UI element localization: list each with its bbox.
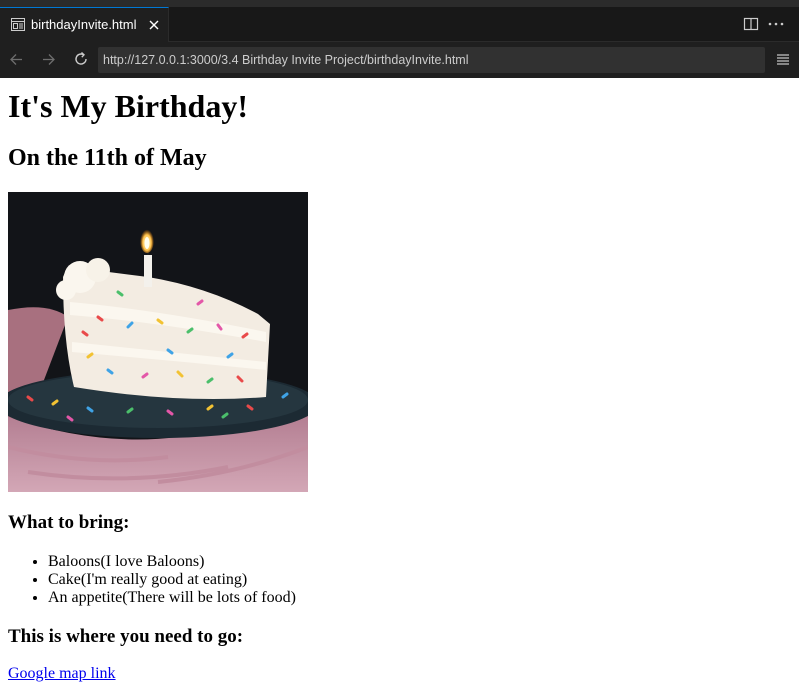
close-icon[interactable] xyxy=(146,17,162,33)
page-title: It's My Birthday! xyxy=(8,88,248,124)
hamburger-menu-icon[interactable] xyxy=(775,52,791,67)
preview-icon xyxy=(11,18,25,31)
tab-title: birthdayInvite.html xyxy=(31,17,137,32)
more-actions-icon[interactable] xyxy=(767,16,785,32)
location-heading: This is where you need to go: xyxy=(8,626,244,647)
split-editor-icon[interactable] xyxy=(743,16,759,32)
bring-list: Baloons(I love Baloons) Cake(I'm really … xyxy=(48,553,296,607)
google-map-link[interactable]: Google map link xyxy=(8,665,116,683)
tab-bar: birthdayInvite.html xyxy=(0,7,799,42)
list-item: Cake(I'm really good at eating) xyxy=(48,571,296,589)
forward-arrow-icon[interactable] xyxy=(40,51,57,68)
date-heading: On the 11th of May xyxy=(8,145,207,171)
window-top-strip xyxy=(0,0,799,7)
back-arrow-icon[interactable] xyxy=(8,51,25,68)
tab-birthday-invite[interactable]: birthdayInvite.html xyxy=(0,7,169,42)
url-input[interactable]: http://127.0.0.1:3000/3.4 Birthday Invit… xyxy=(98,47,765,73)
list-item: An appetite(There will be lots of food) xyxy=(48,589,296,607)
browser-toolbar: http://127.0.0.1:3000/3.4 Birthday Invit… xyxy=(0,42,799,78)
url-text: http://127.0.0.1:3000/3.4 Birthday Invit… xyxy=(103,53,469,67)
birthday-cake-image xyxy=(8,192,308,492)
reload-icon[interactable] xyxy=(72,50,90,68)
what-to-bring-heading: What to bring: xyxy=(8,512,130,533)
list-item: Baloons(I love Baloons) xyxy=(48,553,296,571)
